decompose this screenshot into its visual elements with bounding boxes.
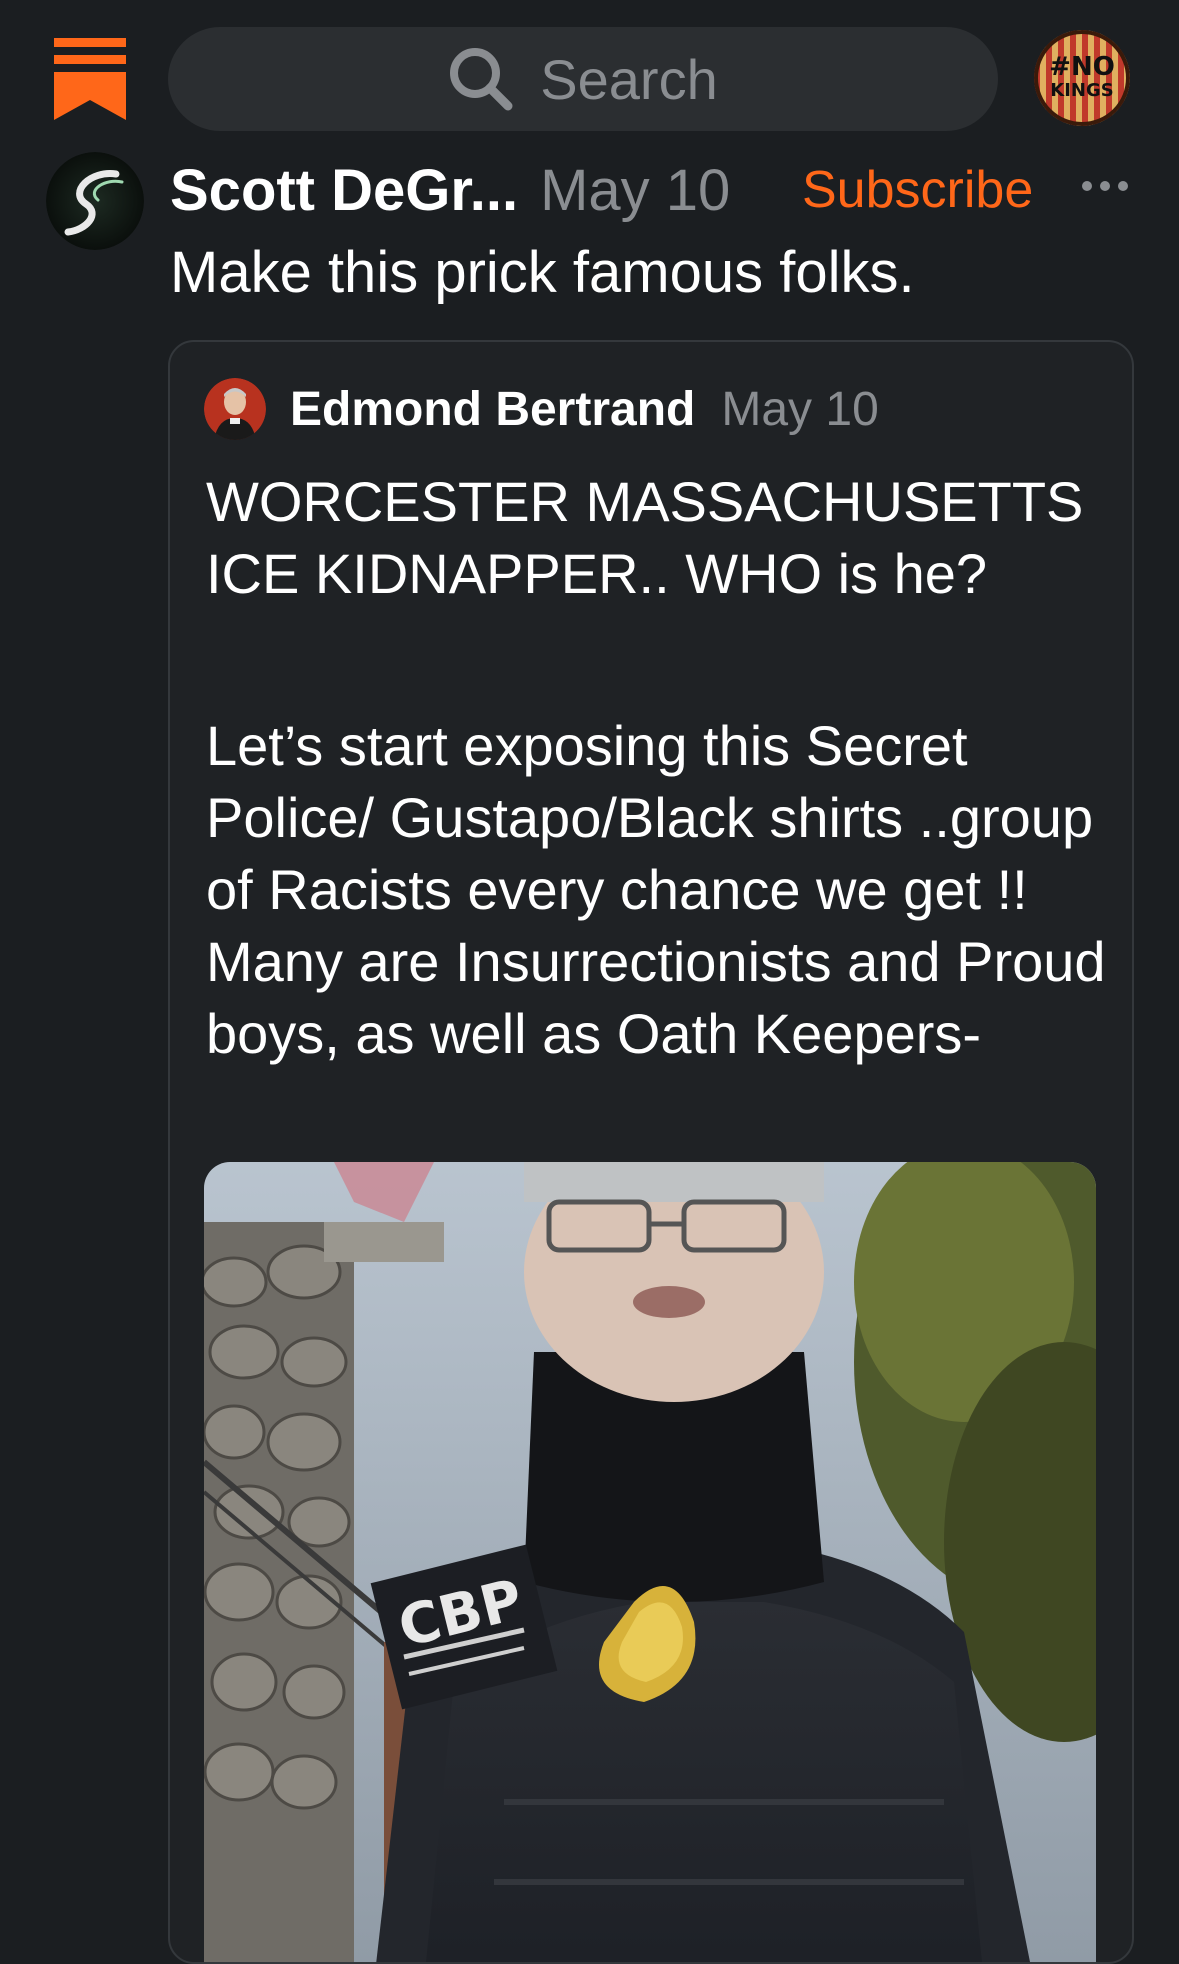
quoted-note-card[interactable]: Edmond Bertrand May 10 WORCESTER MASSACH… (168, 340, 1134, 1964)
quote-header: Edmond Bertrand May 10 (290, 376, 879, 442)
post-text: Make this prick famous folks. (170, 240, 915, 305)
more-icon[interactable] (1080, 166, 1130, 206)
search-placeholder: Search (540, 47, 718, 111)
search-icon (450, 48, 513, 111)
badge-line1: #NO (1049, 52, 1115, 82)
quote-author-name[interactable]: Edmond Bertrand (290, 382, 695, 437)
post-date: May 10 (540, 157, 731, 223)
post-header: Scott DeGr... May 10 Subscribe (170, 154, 1140, 226)
profile-avatar[interactable]: #NO KINGS (1034, 30, 1130, 126)
top-bar: Search #NO KINGS (0, 0, 1179, 150)
substack-logo-icon[interactable] (54, 38, 126, 120)
quote-date: May 10 (721, 382, 879, 436)
badge-line2: KINGS (1050, 80, 1113, 101)
author-avatar[interactable] (46, 152, 144, 250)
search-bar[interactable]: Search (168, 27, 998, 131)
author-name[interactable]: Scott DeGr... (170, 157, 518, 224)
quote-body: Let’s start exposing this Secret Police/… (206, 714, 1106, 1065)
subscribe-button[interactable]: Subscribe (802, 160, 1033, 220)
quote-photo[interactable]: CBP (204, 1162, 1096, 1962)
quote-author-avatar[interactable] (204, 378, 266, 440)
quote-title: WORCESTER MASSACHUSETTS ICE KIDNAPPER.. … (206, 470, 1084, 605)
